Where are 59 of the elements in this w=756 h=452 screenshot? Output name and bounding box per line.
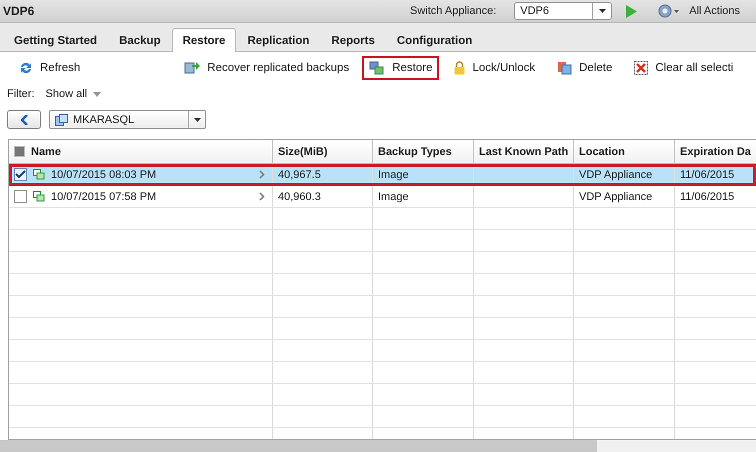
tab[interactable]: Replication: [236, 29, 320, 52]
toolbar-button[interactable]: Restore: [362, 56, 440, 80]
window-title: VDP6: [3, 4, 34, 18]
tab[interactable]: Configuration: [386, 29, 484, 52]
scrollbar-thumb[interactable]: [0, 440, 597, 452]
refresh-icon: [19, 61, 33, 75]
caret-icon: [598, 9, 606, 13]
row-checkbox[interactable]: [14, 168, 27, 181]
table-row[interactable]: 10/07/2015 07:58 PM 40,960.3 Image VDP Appliance 11/06/2015: [9, 186, 756, 208]
column-header[interactable]: Location: [574, 140, 675, 163]
table-cell: VDP Appliance: [579, 190, 652, 202]
switch-appliance-label: Switch Appliance:: [410, 5, 496, 17]
clear-icon: [634, 61, 648, 75]
table-cell-text: 10/07/2015 07:58 PM: [51, 190, 158, 202]
table-cell: 40,967.5: [278, 168, 321, 180]
table-cell: VDP Appliance: [579, 168, 652, 180]
column-header[interactable]: Backup Types: [373, 140, 474, 163]
tab[interactable]: Backup: [108, 29, 172, 52]
table-cell: Image: [378, 168, 409, 180]
server-arrow-icon: [184, 61, 200, 75]
backup-icon: [33, 191, 45, 202]
client-dropdown[interactable]: MKARASQL: [49, 110, 206, 129]
toolbar-button[interactable]: Lock/Unlock: [447, 56, 542, 80]
tab[interactable]: Reports: [320, 29, 386, 52]
table-cell-text: 10/07/2015 08:03 PM: [51, 168, 158, 180]
toolbar-button[interactable]: Delete: [550, 56, 620, 80]
restore-icon: [369, 61, 386, 75]
tab[interactable]: Restore: [172, 28, 236, 52]
server-icon: [55, 114, 68, 126]
horizontal-scrollbar[interactable]: [0, 440, 756, 452]
toolbar-button[interactable]: Clear all selecti: [627, 56, 740, 80]
all-actions-menu[interactable]: All Actions: [689, 5, 740, 17]
table-cell: Image: [378, 190, 409, 202]
select-all-checkbox[interactable]: [14, 146, 25, 157]
toolbar-button[interactable]: Refresh: [12, 56, 88, 80]
table-cell: 11/06/2015: [680, 190, 734, 202]
delete-icon: [557, 61, 572, 75]
row-checkbox[interactable]: [14, 190, 27, 203]
tab[interactable]: Getting Started: [3, 29, 108, 52]
column-header[interactable]: Last Known Path: [474, 140, 574, 163]
column-header[interactable]: Name: [9, 140, 273, 163]
caret-icon: [93, 92, 102, 96]
play-icon[interactable]: [626, 4, 638, 18]
table-cell: 11/06/2015: [680, 168, 734, 180]
filter-label: Filter:: [7, 88, 34, 100]
chevron-icon[interactable]: [259, 192, 265, 201]
filter-dropdown[interactable]: Show all: [46, 88, 102, 100]
backup-icon: [33, 169, 45, 180]
lock-icon: [454, 61, 466, 75]
caret-icon: [194, 118, 200, 122]
column-header[interactable]: Expiration Da: [675, 140, 756, 163]
back-button[interactable]: [7, 110, 41, 129]
chevron-icon[interactable]: [259, 170, 265, 179]
table-cell: 40,960.3: [278, 190, 321, 202]
column-header[interactable]: Size(MiB): [273, 140, 373, 163]
toolbar-button[interactable]: Recover replicated backups: [177, 56, 356, 80]
appliance-dropdown[interactable]: VDP6: [514, 2, 612, 20]
table-row[interactable]: 10/07/2015 08:03 PM 40,967.5 Image VDP Appliance 11/06/2015: [9, 164, 756, 186]
settings-icon[interactable]: [657, 3, 682, 19]
